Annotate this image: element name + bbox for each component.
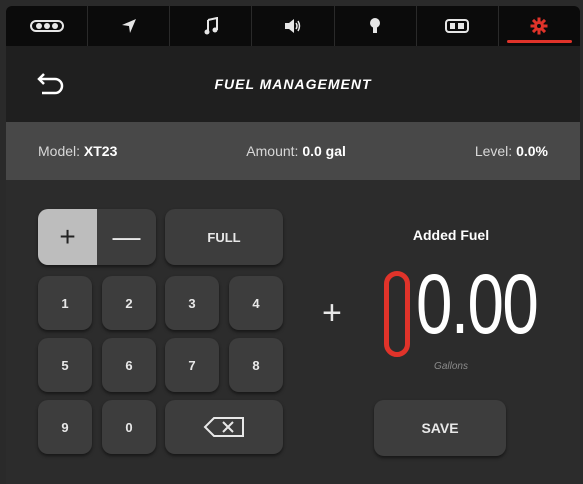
backspace-button[interactable]	[165, 400, 283, 454]
added-fuel-sign: +	[322, 294, 342, 332]
key-6[interactable]: 6	[102, 338, 156, 392]
tab-navigation[interactable]	[88, 6, 171, 46]
page-header: FUEL MANAGEMENT	[6, 46, 580, 122]
cursor-digit-box	[384, 271, 410, 357]
model-info: Model: XT23	[38, 143, 117, 159]
plus-mode-button[interactable]: +	[38, 209, 97, 265]
key-0[interactable]: 0	[102, 400, 156, 454]
battery-gauge-icon	[445, 19, 470, 33]
added-fuel-label: Added Fuel	[412, 227, 490, 243]
music-note-icon	[204, 17, 218, 35]
fuel-entry-panel: + — FULL 1 2 3 4 5 6 7 8 9 0 Added Fuel …	[6, 180, 580, 484]
key-9[interactable]: 9	[38, 400, 92, 454]
key-5[interactable]: 5	[38, 338, 92, 392]
amount-info: Amount: 0.0 gal	[246, 143, 346, 159]
full-button[interactable]: FULL	[165, 209, 283, 265]
tab-vehicle[interactable]	[6, 6, 89, 46]
save-button[interactable]: SAVE	[374, 400, 506, 456]
navigation-arrow-icon	[121, 19, 136, 33]
tab-audio[interactable]	[252, 6, 335, 46]
tab-settings[interactable]	[499, 6, 580, 46]
level-info: Level: 0.0%	[475, 143, 548, 159]
amount-value: 0.0 gal	[302, 143, 346, 159]
add-remove-toggle: + —	[38, 209, 156, 265]
page-title: FUEL MANAGEMENT	[214, 76, 372, 92]
minus-mode-button[interactable]: —	[97, 209, 156, 265]
settings-gear-icon	[530, 17, 548, 35]
key-7[interactable]: 7	[165, 338, 219, 392]
level-label: Level:	[474, 143, 513, 159]
level-value: 0.0%	[516, 143, 548, 159]
tab-battery[interactable]	[417, 6, 499, 46]
model-value: XT23	[83, 143, 118, 159]
added-fuel-unit: Gallons	[434, 361, 468, 372]
tab-lights[interactable]	[335, 6, 417, 46]
model-label: Model:	[38, 143, 81, 159]
tab-music[interactable]	[170, 6, 253, 46]
backspace-icon	[203, 417, 244, 437]
added-fuel-value: 0.00	[416, 257, 539, 351]
fuel-info-bar: Model: XT23 Amount: 0.0 gal Level: 0.0%	[6, 122, 580, 180]
amount-label: Amount:	[246, 143, 299, 159]
key-8[interactable]: 8	[229, 338, 283, 392]
speaker-volume-icon	[284, 19, 301, 33]
key-3[interactable]: 3	[165, 276, 219, 330]
top-navigation-bar	[6, 6, 580, 46]
vehicle-icon	[29, 20, 64, 32]
key-2[interactable]: 2	[102, 276, 156, 330]
key-4[interactable]: 4	[229, 276, 283, 330]
key-1[interactable]: 1	[38, 276, 92, 330]
light-bulb-icon	[370, 18, 381, 33]
